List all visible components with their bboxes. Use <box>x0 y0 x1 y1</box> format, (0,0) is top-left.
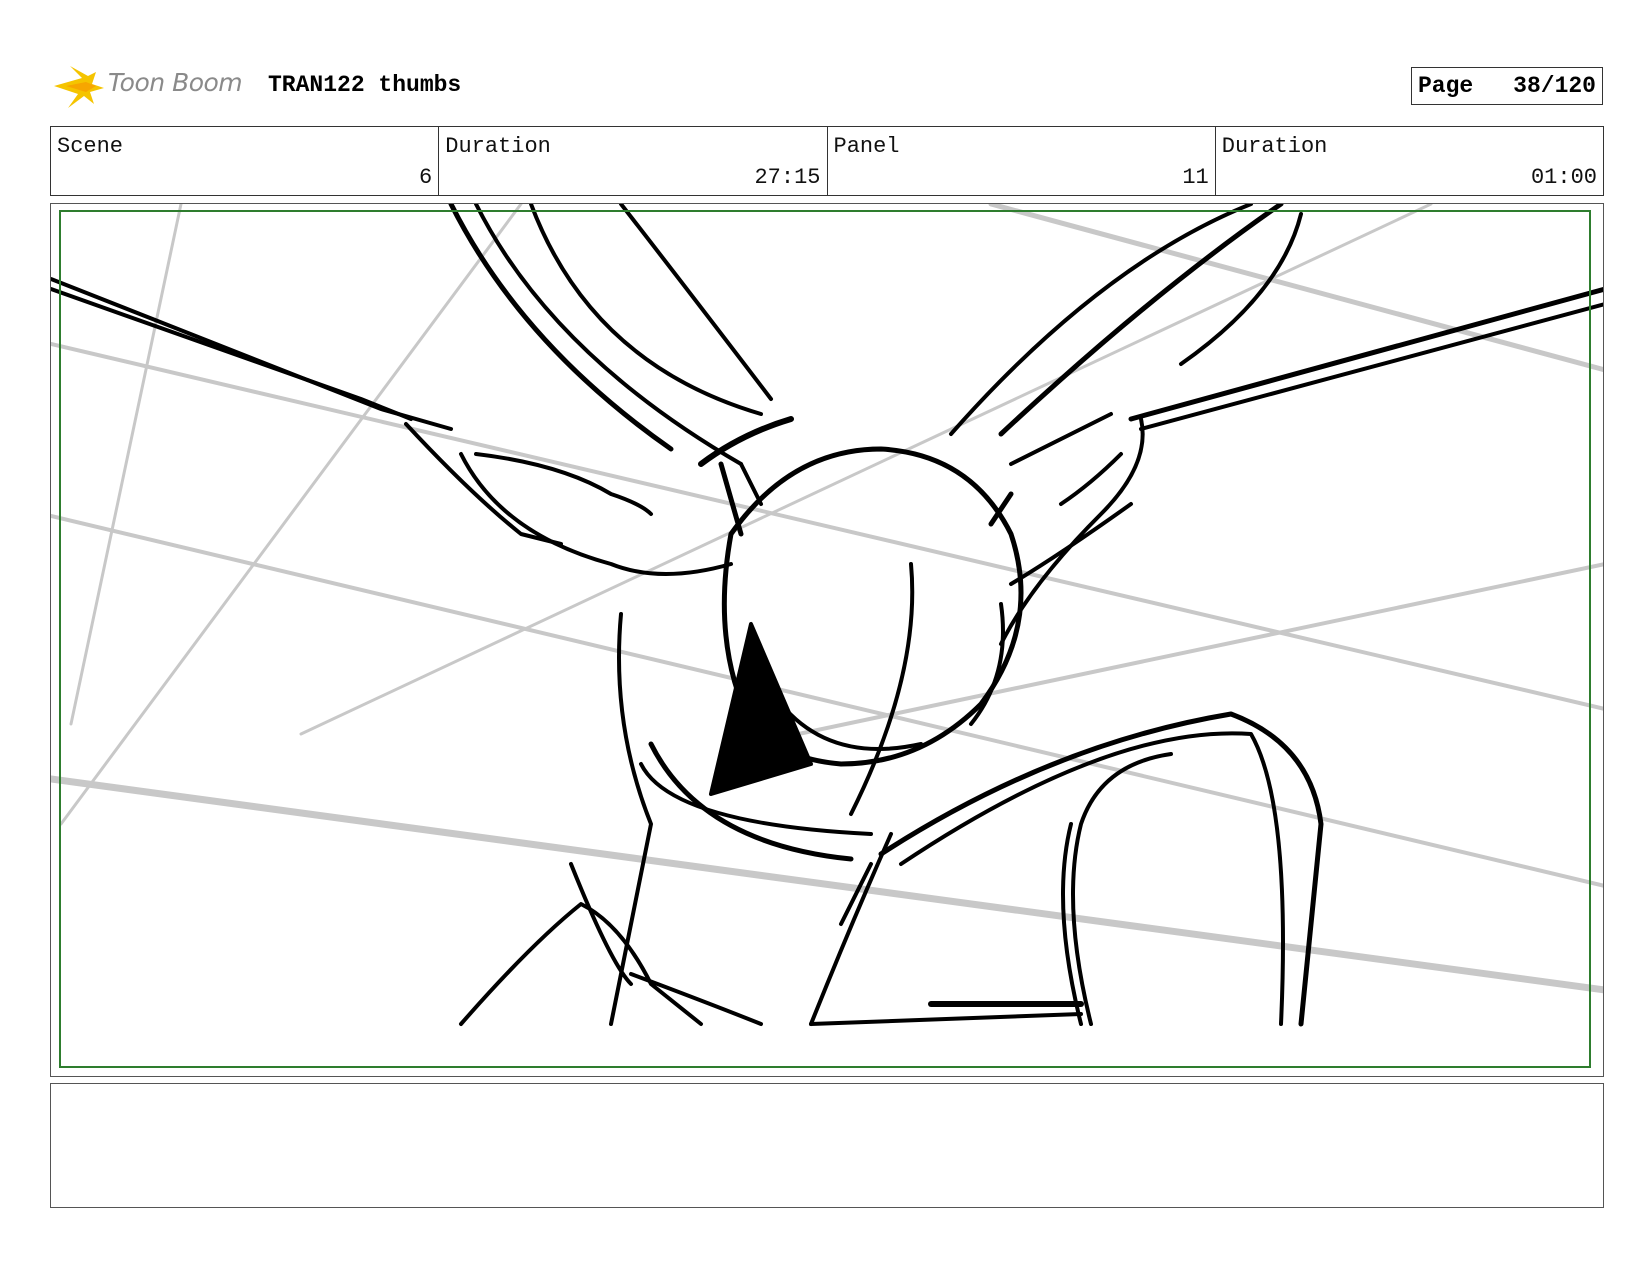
page-number: 38/120 <box>1513 73 1596 99</box>
project-title: TRAN122 thumbs <box>268 72 462 98</box>
panel-sketch <box>51 204 1603 1068</box>
panel-notes-box[interactable] <box>50 1083 1604 1208</box>
scene-duration-cell: Duration 27:15 <box>439 127 828 195</box>
perspective-guide-lines <box>51 204 1603 994</box>
scene-value: 6 <box>419 165 433 190</box>
panel-duration-cell: Duration 01:00 <box>1216 127 1603 195</box>
scene-cell: Scene 6 <box>51 127 440 195</box>
toon-boom-burst-icon <box>54 66 104 108</box>
page-indicator: Page 38/120 <box>1411 67 1603 105</box>
scene-label: Scene <box>57 134 124 159</box>
panel-info-table: Scene 6 Duration 27:15 Panel 11 Duration… <box>50 126 1604 196</box>
scene-duration-label: Duration <box>445 134 551 159</box>
page-label: Page <box>1418 73 1474 99</box>
panel-duration-value: 01:00 <box>1530 165 1597 190</box>
storyboard-panel <box>50 203 1604 1077</box>
panel-value: 11 <box>1182 165 1209 190</box>
toon-boom-logo: Toon Boom <box>52 60 252 112</box>
scene-duration-value: 27:15 <box>754 165 821 190</box>
panel-label: Panel <box>833 134 900 159</box>
panel-cell: Panel 11 <box>828 127 1216 195</box>
logo-text: Toon Boom <box>108 68 243 97</box>
panel-duration-label: Duration <box>1221 134 1328 159</box>
safe-frame <box>59 210 1591 1068</box>
